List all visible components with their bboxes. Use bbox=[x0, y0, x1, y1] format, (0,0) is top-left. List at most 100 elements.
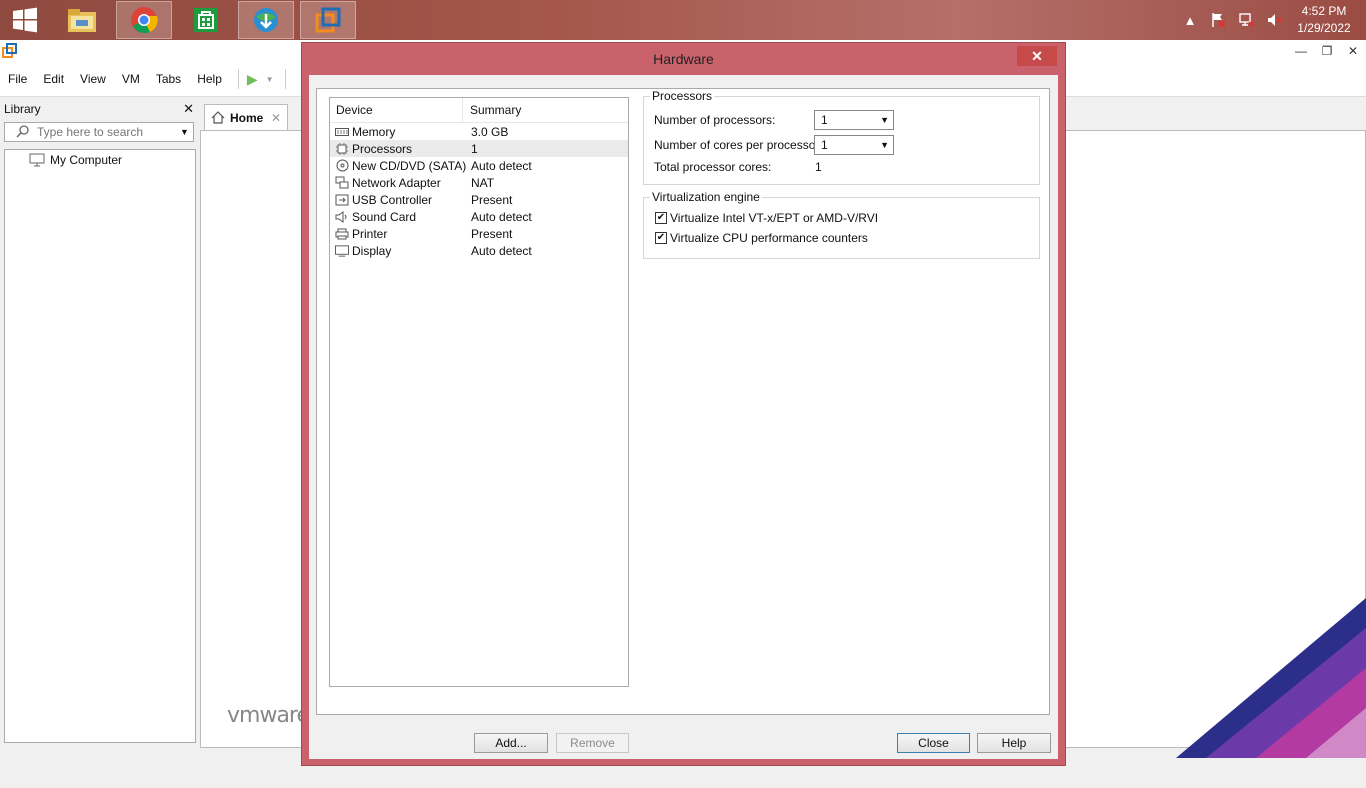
device-row-memory[interactable]: Memory 3.0 GB bbox=[330, 123, 628, 140]
vtx-checkbox[interactable]: ✔ bbox=[655, 212, 667, 224]
device-summary: Auto detect bbox=[471, 209, 532, 224]
volume-muted-icon[interactable] bbox=[1265, 11, 1283, 29]
search-icon bbox=[16, 125, 29, 138]
device-name: Memory bbox=[352, 124, 396, 139]
network-icon[interactable] bbox=[1237, 11, 1255, 29]
close-tab-icon[interactable]: ✕ bbox=[271, 111, 281, 125]
column-header-summary[interactable]: Summary bbox=[463, 103, 521, 117]
close-library-icon[interactable]: ✕ bbox=[183, 101, 194, 117]
device-list: Device Summary Memory 3.0 GB Processors … bbox=[329, 97, 629, 687]
dialog-body: Device Summary Memory 3.0 GB Processors … bbox=[309, 75, 1058, 759]
device-name: New CD/DVD (SATA) bbox=[352, 158, 467, 173]
vmware-icon bbox=[315, 7, 341, 33]
remove-device-button[interactable]: Remove bbox=[556, 733, 629, 753]
store-button[interactable] bbox=[178, 1, 234, 39]
device-row-display[interactable]: Display Auto detect bbox=[330, 242, 628, 259]
start-button[interactable] bbox=[0, 1, 50, 39]
file-explorer-button[interactable] bbox=[54, 1, 110, 39]
printer-icon bbox=[335, 228, 349, 240]
vtx-option-row[interactable]: ✔ Virtualize Intel VT-x/EPT or AMD-V/RVI bbox=[655, 211, 878, 225]
taskbar-clock[interactable]: 4:52 PM 1/29/2022 bbox=[1288, 3, 1360, 37]
device-summary: Present bbox=[471, 192, 513, 207]
store-icon bbox=[194, 8, 218, 32]
library-search[interactable]: ▼ bbox=[4, 122, 194, 142]
device-row-network-adapter[interactable]: Network Adapter NAT bbox=[330, 174, 628, 191]
library-title: Library bbox=[4, 102, 41, 116]
cores-per-processor-select[interactable]: 1 ▼ bbox=[814, 135, 894, 155]
device-summary: NAT bbox=[471, 175, 495, 190]
show-hidden-icons-icon[interactable]: ▲ bbox=[1181, 11, 1199, 29]
device-name: Processors bbox=[352, 141, 413, 156]
help-button[interactable]: Help bbox=[977, 733, 1051, 753]
download-manager-button[interactable] bbox=[238, 1, 294, 39]
library-tree: My Computer bbox=[4, 149, 196, 743]
dialog-title: Hardware bbox=[653, 51, 714, 67]
processors-group-title: Processors bbox=[650, 89, 715, 103]
memory-icon bbox=[335, 126, 349, 138]
device-summary: 1 bbox=[471, 141, 478, 156]
menu-tabs[interactable]: Tabs bbox=[148, 72, 189, 86]
cd-dvd-icon bbox=[335, 159, 349, 172]
window-controls: — ❐ ✕ bbox=[1288, 40, 1366, 62]
device-summary: Auto detect bbox=[471, 243, 532, 258]
windows-logo-icon bbox=[13, 7, 37, 33]
device-list-header: Device Summary bbox=[330, 98, 628, 123]
download-manager-icon bbox=[254, 8, 278, 32]
sound-card-icon bbox=[335, 210, 349, 223]
power-on-icon[interactable]: ▶ ▼ bbox=[247, 71, 277, 88]
num-processors-value: 1 bbox=[821, 113, 828, 127]
dialog-content-panel: Device Summary Memory 3.0 GB Processors … bbox=[316, 88, 1050, 753]
column-header-device[interactable]: Device bbox=[330, 98, 463, 122]
menu-file[interactable]: File bbox=[0, 72, 35, 86]
minimize-icon[interactable]: — bbox=[1288, 40, 1314, 62]
action-center-flag-icon[interactable] bbox=[1209, 11, 1227, 29]
taskbar: ▲ 4:52 PM 1/29/2022 bbox=[0, 0, 1366, 40]
device-row-cd-dvd[interactable]: New CD/DVD (SATA) Auto detect bbox=[330, 157, 628, 174]
wallpaper-decoration bbox=[1176, 598, 1366, 758]
close-button[interactable]: Close bbox=[897, 733, 970, 753]
virtualization-group-title: Virtualization engine bbox=[650, 190, 762, 204]
system-tray: ▲ 4:52 PM 1/29/2022 bbox=[1176, 0, 1366, 40]
perf-counters-checkbox[interactable]: ✔ bbox=[655, 232, 667, 244]
total-cores-label: Total processor cores: bbox=[654, 160, 772, 174]
device-name: Sound Card bbox=[352, 209, 417, 224]
menu-vm[interactable]: VM bbox=[114, 72, 148, 86]
add-device-button[interactable]: Add... bbox=[474, 733, 548, 753]
chevron-down-icon: ▼ bbox=[880, 115, 889, 125]
cores-per-processor-label: Number of cores per processor: bbox=[654, 138, 823, 152]
library-panel: Library ✕ ▼ My Computer bbox=[0, 98, 198, 746]
tree-item-label: My Computer bbox=[50, 153, 123, 167]
processors-group: Processors Number of processors: 1 ▼ Num… bbox=[643, 89, 1040, 185]
device-row-usb-controller[interactable]: USB Controller Present bbox=[330, 191, 628, 208]
vmware-app-icon bbox=[2, 43, 17, 58]
chevron-down-icon: ▼ bbox=[880, 140, 889, 150]
tab-home[interactable]: Home ✕ bbox=[204, 104, 288, 130]
chrome-icon bbox=[131, 7, 158, 34]
usb-controller-icon bbox=[335, 194, 349, 206]
tree-item-my-computer[interactable]: My Computer bbox=[5, 150, 195, 167]
perf-counters-option-row[interactable]: ✔ Virtualize CPU performance counters bbox=[655, 231, 868, 245]
chrome-button[interactable] bbox=[116, 1, 172, 39]
menu-view[interactable]: View bbox=[72, 72, 114, 86]
virtualization-engine-group: Virtualization engine ✔ Virtualize Intel… bbox=[643, 190, 1040, 259]
num-processors-select[interactable]: 1 ▼ bbox=[814, 110, 894, 130]
menu-help[interactable]: Help bbox=[189, 72, 230, 86]
restore-icon[interactable]: ❐ bbox=[1314, 40, 1340, 62]
close-window-icon[interactable]: ✕ bbox=[1340, 40, 1366, 62]
device-row-sound-card[interactable]: Sound Card Auto detect bbox=[330, 208, 628, 225]
processor-icon bbox=[335, 142, 349, 155]
device-row-processors[interactable]: Processors 1 bbox=[330, 140, 628, 157]
vmware-taskbar-button[interactable] bbox=[300, 1, 356, 39]
dialog-close-icon[interactable]: ✕ bbox=[1017, 46, 1057, 66]
menu-edit[interactable]: Edit bbox=[35, 72, 72, 86]
num-processors-label: Number of processors: bbox=[654, 113, 776, 127]
file-explorer-icon bbox=[68, 9, 96, 32]
search-dropdown-icon[interactable]: ▼ bbox=[180, 127, 189, 137]
display-icon bbox=[335, 244, 349, 257]
library-search-input[interactable] bbox=[35, 124, 174, 140]
device-row-printer[interactable]: Printer Present bbox=[330, 225, 628, 242]
device-name: Display bbox=[352, 243, 392, 258]
clock-date: 1/29/2022 bbox=[1297, 21, 1351, 35]
device-name: USB Controller bbox=[352, 192, 433, 207]
device-summary: Auto detect bbox=[471, 158, 532, 173]
